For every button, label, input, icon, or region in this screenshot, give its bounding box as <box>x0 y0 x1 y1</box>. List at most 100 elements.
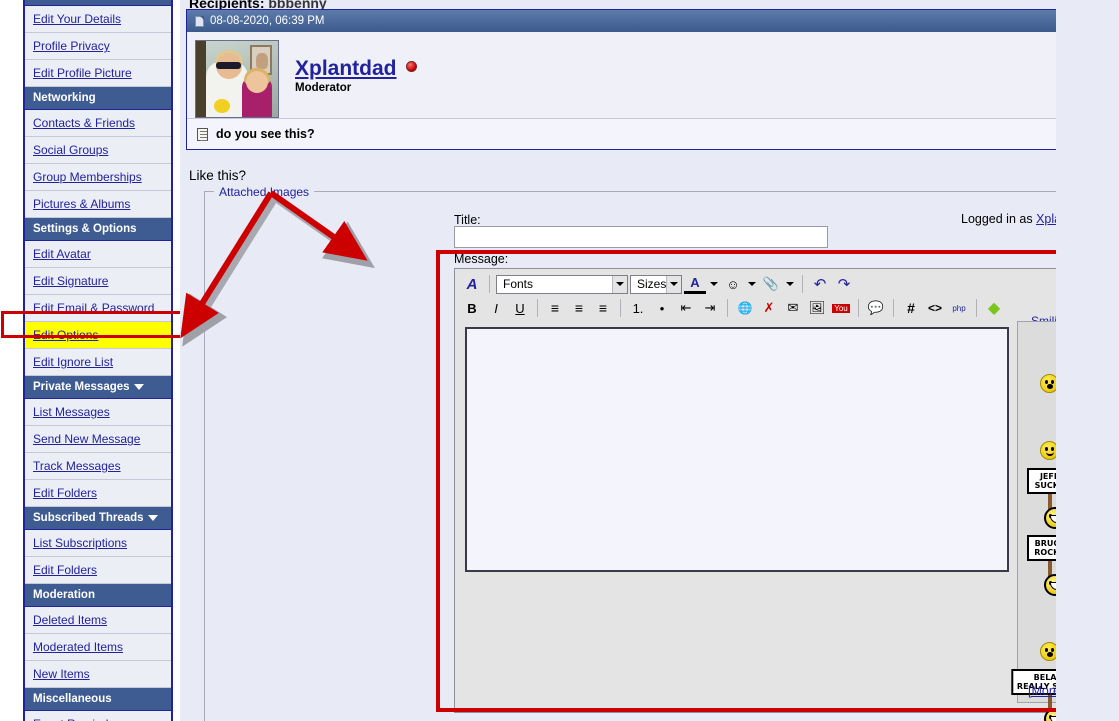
undo-icon[interactable]: ↶ <box>809 274 831 294</box>
toolbar-row-1: A Fonts Sizes A ☺ 📎 ↶ ↷ <box>461 273 1119 295</box>
sidebar-item-social-groups[interactable]: Social Groups <box>25 137 171 164</box>
align-right-button[interactable]: ≡ <box>592 298 614 318</box>
sidebar-nav: Edit Your Details Profile Privacy Edit Pro… <box>23 0 173 721</box>
italic-button[interactable]: I <box>485 298 507 318</box>
font-color-picker-glyph: A <box>690 275 700 290</box>
message-textarea[interactable] <box>465 327 1009 572</box>
underline-button[interactable]: U <box>509 298 531 318</box>
attachment-icon-group: 📎 <box>760 274 796 294</box>
message-editor: A Fonts Sizes A ☺ 📎 ↶ ↷ B I U ≡ ≡ ≡ 1. • ⇤ ⇥ 🌐 ✗ ✉ 🖼 You 💬 # <> p… <box>454 268 1119 721</box>
post-username-link[interactable]: Xplantdad <box>295 58 397 80</box>
smilie-picker-dropdown-arrow[interactable] <box>745 274 758 294</box>
chevron-down-outline-icon <box>92 672 105 679</box>
sidebar-item-event-reminders[interactable]: Event Reminders <box>25 711 171 721</box>
align-center-button[interactable]: ≡ <box>568 298 590 318</box>
insert-link-icon[interactable]: 🌐 <box>734 298 756 318</box>
font-family-select-value: Fonts <box>503 277 534 291</box>
sidebar-item-label: Group Memberships <box>33 170 142 184</box>
outdent-button-glyph: ⇤ <box>680 300 692 315</box>
sidebar-item-label: Edit Your Details <box>33 12 122 26</box>
sidebar-item-label: Pictures & Albums <box>33 197 131 211</box>
attachment-icon-glyph: 📎 <box>762 276 780 291</box>
chevron-down-icon[interactable] <box>666 275 681 293</box>
toolbar-separator <box>893 299 894 317</box>
sidebar-item-new-items[interactable]: New Items <box>25 661 171 688</box>
insert-email-icon[interactable]: ✉ <box>782 298 804 318</box>
remove-link-icon[interactable]: ✗ <box>758 298 780 318</box>
sidebar-item-edit-ignore-list[interactable]: Edit Ignore List <box>25 349 171 376</box>
font-color-picker[interactable]: A <box>684 274 706 294</box>
font-size-select-value: Sizes <box>637 277 667 291</box>
smilie-picker[interactable]: ☺ <box>722 274 744 294</box>
sidebar-item-edit-folders[interactable]: Edit Folders <box>25 480 171 507</box>
bold-button[interactable]: B <box>461 298 483 318</box>
redo-icon[interactable]: ↷ <box>833 274 855 294</box>
sidebar-item-list-messages[interactable]: List Messages <box>25 399 171 426</box>
sidebar-item-group-memberships[interactable]: Group Memberships <box>25 164 171 191</box>
toolbar-row-2: B I U ≡ ≡ ≡ 1. • ⇤ ⇥ 🌐 ✗ ✉ 🖼 You 💬 # <> php ◆ <box>461 297 1119 319</box>
sidebar-item-edit-avatar[interactable]: Edit Avatar <box>25 241 171 268</box>
sidebar-item-edit-your-details[interactable]: Edit Your Details <box>25 6 171 33</box>
quote-icon-glyph: 💬 <box>867 300 885 315</box>
remove-formatting-icon[interactable]: A <box>461 274 483 294</box>
insert-image-icon[interactable]: 🖼 <box>806 298 828 318</box>
toolbar-separator <box>727 299 728 317</box>
sidebar-header-subscribed-threads[interactable]: Subscribed Threads <box>25 507 171 530</box>
indent-button[interactable]: ⇥ <box>699 298 721 318</box>
editor-toolbar: A Fonts Sizes A ☺ 📎 ↶ ↷ B I U ≡ ≡ ≡ 1. • ⇤ ⇥ 🌐 ✗ ✉ 🖼 You 💬 # <> p… <box>455 269 1119 321</box>
post-user-block: Xplantdad Moderator <box>279 40 417 118</box>
sidebar-item-edit-signature[interactable]: Edit Signature <box>25 268 171 295</box>
align-left-button[interactable]: ≡ <box>544 298 566 318</box>
youtube-icon[interactable]: You <box>830 298 852 318</box>
sidebar-item-label: Contacts & Friends <box>33 116 136 130</box>
sidebar-item-deleted-items[interactable]: Deleted Items <box>25 607 171 634</box>
unordered-list-button[interactable]: • <box>651 298 673 318</box>
chevron-down-icon[interactable] <box>612 275 627 293</box>
sidebar-item-pictures-albums[interactable]: Pictures & Albums <box>25 191 171 218</box>
hash-code-icon[interactable]: # <box>900 298 922 318</box>
toolbar-separator <box>620 299 621 317</box>
post-header: 08-08-2020, 06:39 PM <box>187 10 1118 32</box>
sidebar-item-edit-email-password[interactable]: Edit Email & Password <box>25 295 171 322</box>
sidebar-header-private-messages[interactable]: Private Messages <box>25 376 171 399</box>
undo-icon-glyph: ↶ <box>813 276 827 293</box>
font-family-select[interactable]: Fonts <box>496 274 628 294</box>
sidebar-header-label: Private Messages <box>33 381 130 393</box>
html-code-icon-glyph: <> <box>927 301 942 315</box>
font-color-picker-dropdown-arrow[interactable] <box>707 274 720 294</box>
sidebar-item-edit-profile-picture[interactable]: Edit Profile Picture <box>25 60 171 87</box>
outdent-button[interactable]: ⇤ <box>675 298 697 318</box>
sidebar-item-contacts-friends[interactable]: Contacts & Friends <box>25 110 171 137</box>
ordered-list-button-glyph: 1. <box>632 300 644 316</box>
attachment-icon[interactable]: 📎 <box>760 274 782 294</box>
toolbar-separator <box>858 299 859 317</box>
html-code-icon[interactable]: <> <box>924 298 946 318</box>
sidebar-item-profile-privacy[interactable]: Profile Privacy <box>25 33 171 60</box>
post-user-title: Moderator <box>295 82 352 94</box>
avatar <box>195 40 279 118</box>
sidebar-item-list-subscriptions[interactable]: List Subscriptions <box>25 530 171 557</box>
post-message: do you see this? <box>187 118 1118 149</box>
chevron-down-outline-icon <box>110 618 123 625</box>
sidebar-item-moderated-items[interactable]: Moderated Items <box>25 634 171 661</box>
main-content: Recipients: bbbenny 08-08-2020, 06:39 PM… <box>180 0 1119 721</box>
italic-button-glyph: I <box>494 300 498 316</box>
insert-email-icon-glyph: ✉ <box>787 300 799 315</box>
sidebar-header-miscellaneous: Miscellaneous <box>25 688 171 711</box>
chevron-down-outline-icon <box>126 645 139 652</box>
font-size-select[interactable]: Sizes <box>630 274 682 294</box>
attachment-icon-dropdown-arrow[interactable] <box>783 274 796 294</box>
highlight-icon[interactable]: ◆ <box>983 298 1005 318</box>
php-code-icon[interactable]: php <box>948 298 970 318</box>
sidebar-header-moderation: Moderation <box>25 584 171 607</box>
ordered-list-button[interactable]: 1. <box>627 298 649 318</box>
sidebar-item-edit-folders[interactable]: Edit Folders <box>25 557 171 584</box>
quote-icon[interactable]: 💬 <box>865 298 887 318</box>
highlight-icon-glyph: ◆ <box>987 300 1001 317</box>
sidebar-item-label: Edit Folders <box>33 563 98 577</box>
sidebar-item-track-messages[interactable]: Track Messages <box>25 453 171 480</box>
title-input[interactable] <box>454 226 828 248</box>
sidebar-item-send-new-message[interactable]: Send New Message <box>25 426 171 453</box>
sidebar-item-edit-options[interactable]: Edit Options <box>25 322 171 349</box>
sidebar-header-settings-options: Settings & Options <box>25 218 171 241</box>
